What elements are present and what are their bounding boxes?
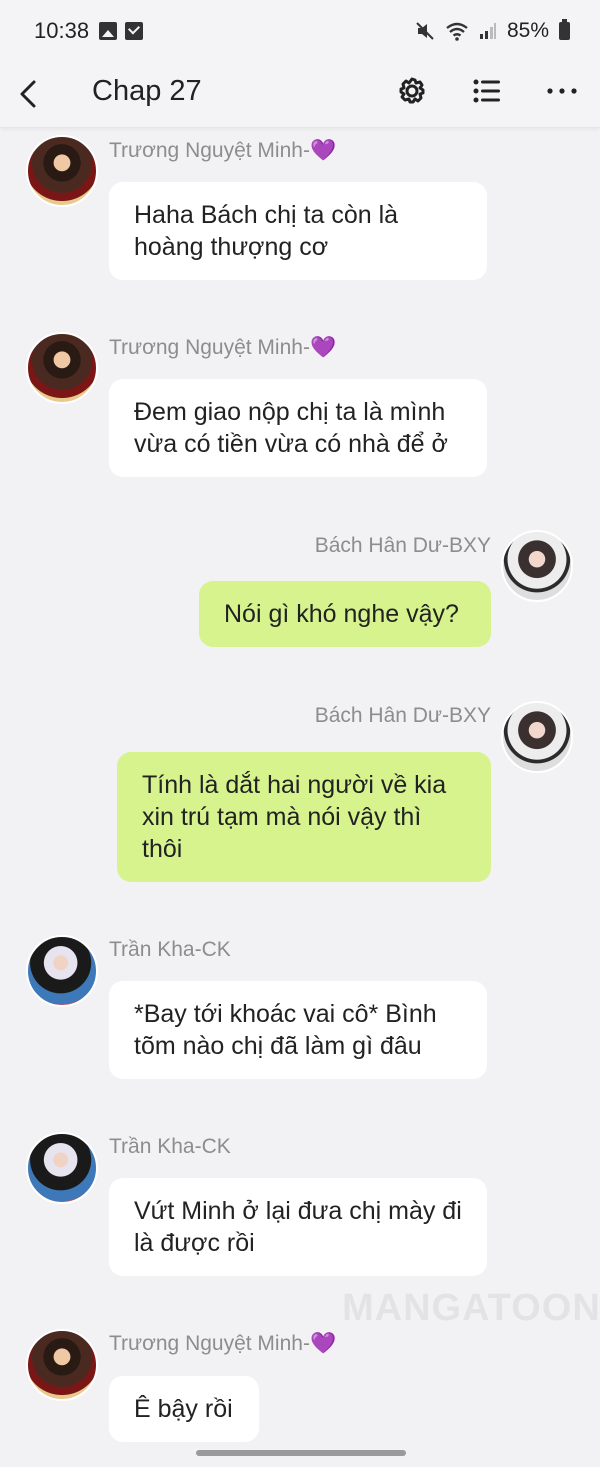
avatar[interactable] [26, 1132, 98, 1204]
battery-icon [559, 19, 570, 40]
list-icon [473, 79, 500, 103]
avatar[interactable] [26, 135, 98, 207]
sender-name: Trương Nguyệt Minh-💜 [109, 1332, 337, 1355]
status-time: 10:38 [34, 18, 90, 43]
avatar[interactable] [26, 935, 98, 1007]
wifi-icon [446, 22, 468, 41]
message-bubble: Nói gì khó nghe vậy? [199, 581, 491, 647]
signal-icon [479, 23, 496, 39]
gallery-notification-icon [99, 22, 117, 40]
message-bubble: Ê bậy rồi [109, 1376, 259, 1442]
sender-name: Bách Hân Dư-BXY [314, 704, 491, 727]
chevron-left-icon [20, 80, 36, 108]
message-bubble: Vứt Minh ở lại đưa chị mày đi là được rồ… [109, 1178, 487, 1276]
status-bar: 10:38 85% [0, 0, 600, 62]
message-bubble: Tính là dắt hai người về kia xin trú tạm… [117, 752, 491, 882]
gear-icon [399, 77, 425, 104]
home-indicator[interactable] [196, 1450, 406, 1456]
more-horizontal-icon [547, 88, 577, 94]
battery-percentage: 85% [506, 19, 549, 42]
sender-name: Trần Kha-CK [109, 938, 231, 961]
avatar[interactable] [501, 530, 573, 602]
message-bubble: *Bay tới khoác vai cô* Bình tõm nào chị … [109, 981, 487, 1079]
chapter-list-button[interactable] [470, 74, 504, 108]
sender-name: Trương Nguyệt Minh-💜 [109, 139, 337, 162]
sender-name: Trần Kha-CK [109, 1135, 231, 1158]
avatar[interactable] [26, 1329, 98, 1401]
chapter-title: Chap 27 [92, 75, 202, 107]
sender-name: Trương Nguyệt Minh-💜 [109, 336, 337, 359]
mute-icon [416, 22, 434, 40]
message-bubble: Đem giao nộp chị ta là mình vừa có tiền … [109, 379, 487, 477]
check-notification-icon [125, 22, 143, 40]
back-button[interactable] [14, 74, 44, 114]
avatar[interactable] [501, 701, 573, 773]
sender-name: Bách Hân Dư-BXY [314, 534, 491, 557]
status-icons: 85% [415, 18, 570, 44]
avatar[interactable] [26, 332, 98, 404]
chapter-header: Chap 27 [0, 62, 600, 128]
settings-button[interactable] [395, 74, 429, 108]
watermark-logo: MANGATOON [342, 1287, 600, 1329]
message-bubble: Haha Bách chị ta còn là hoàng thượng cơ [109, 182, 487, 280]
more-options-button[interactable] [545, 74, 579, 108]
